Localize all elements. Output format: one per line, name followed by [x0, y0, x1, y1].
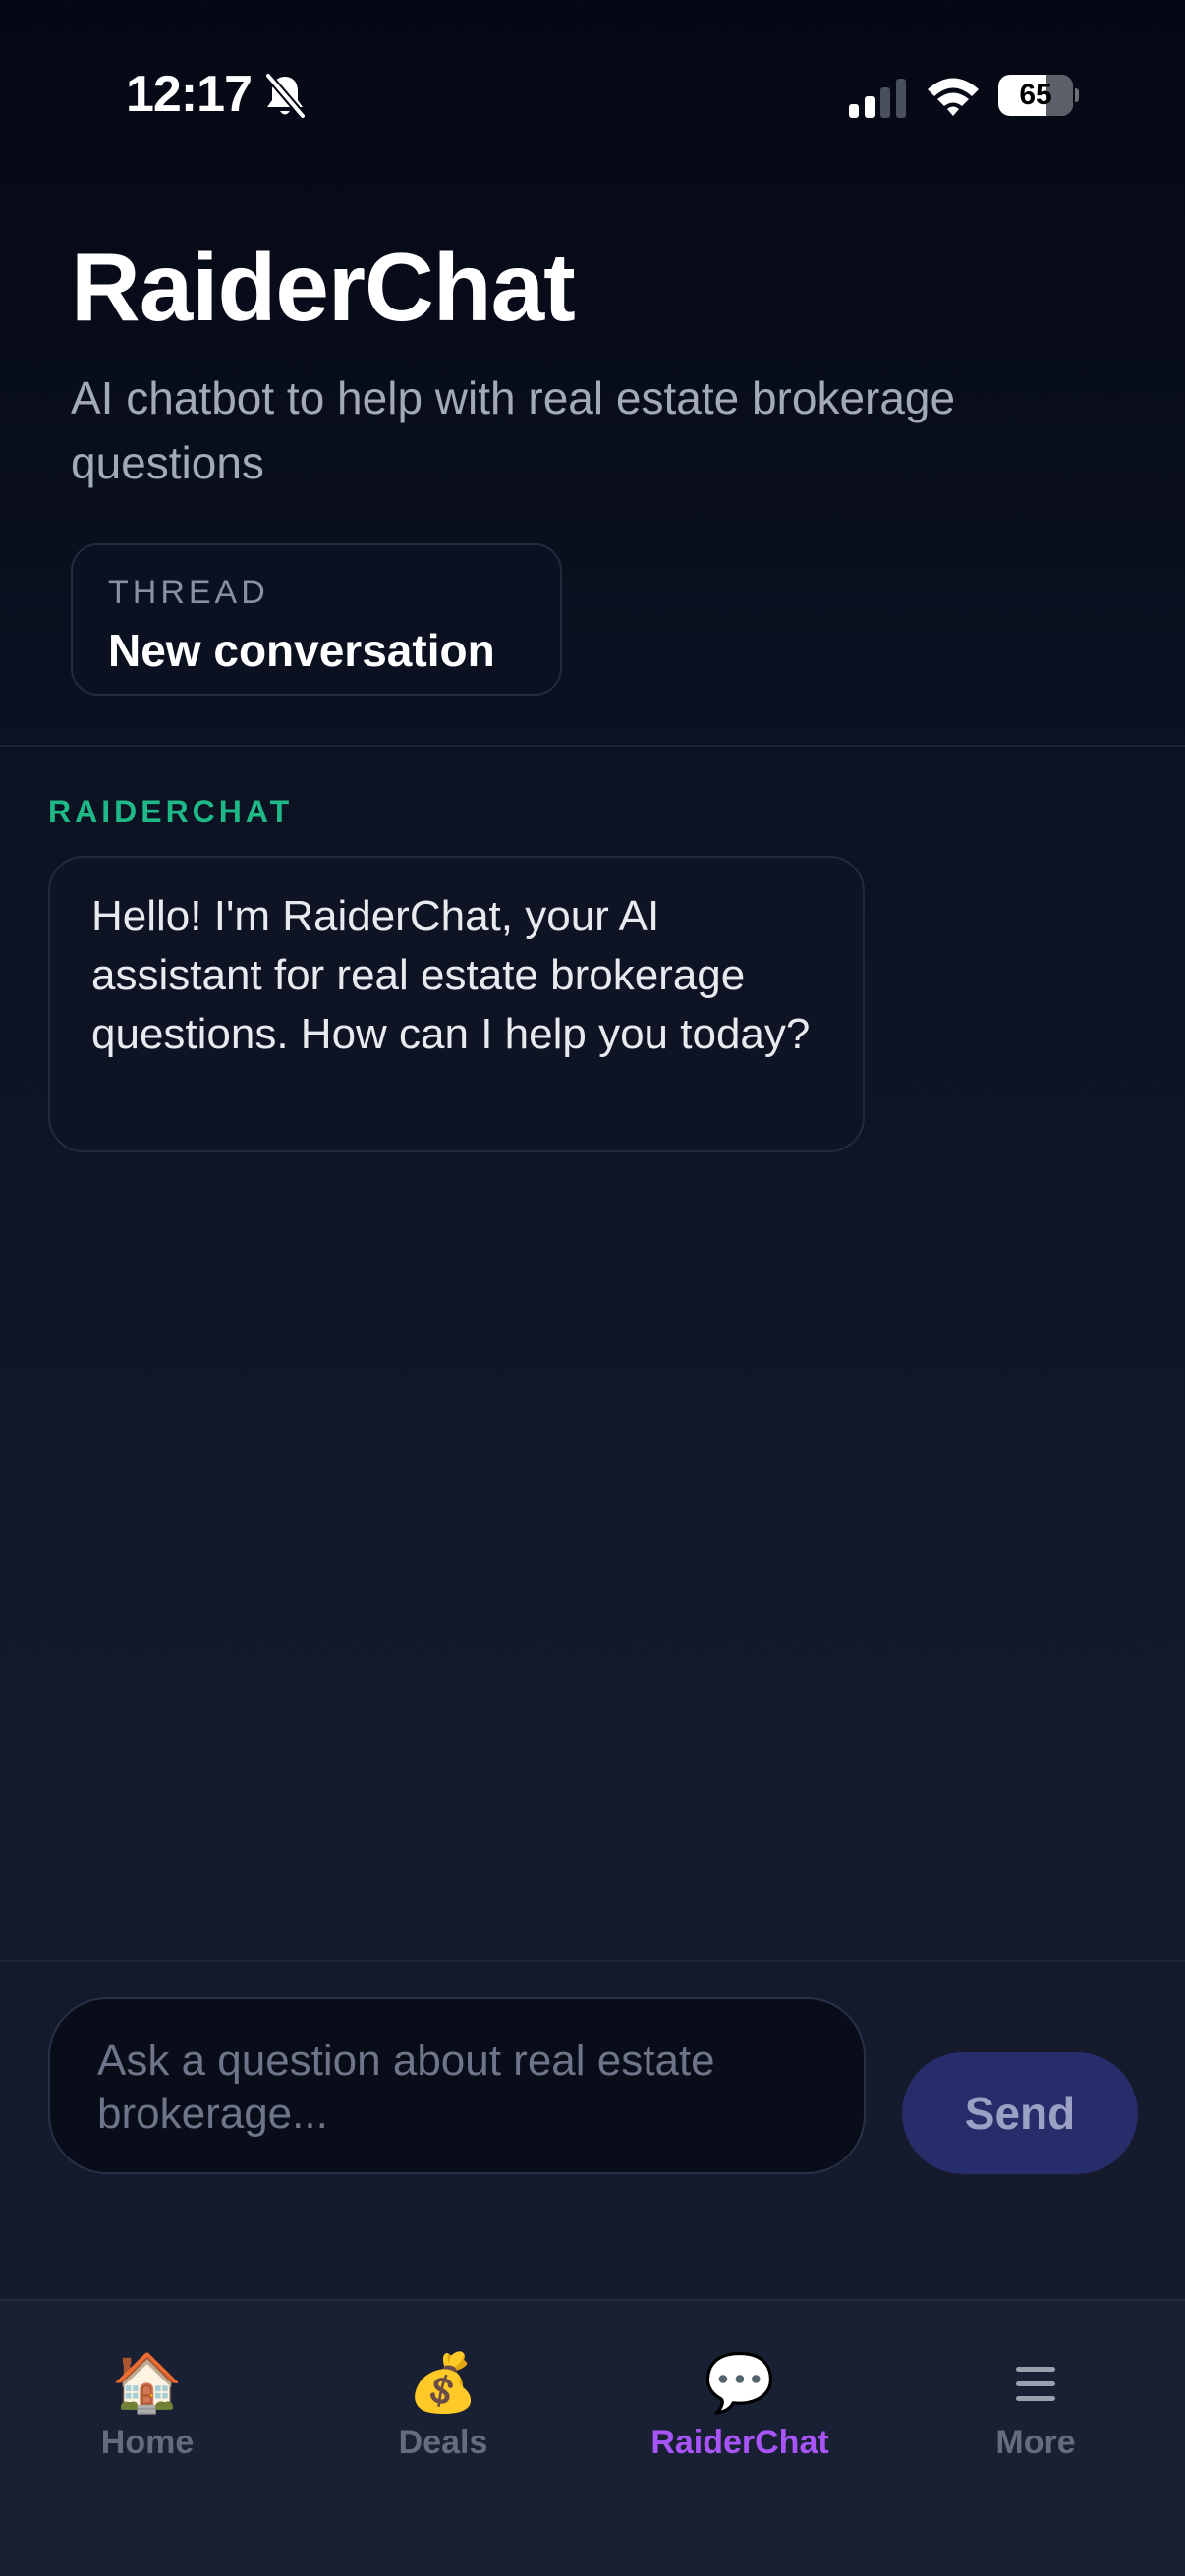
tab-deals-label: Deals — [398, 2424, 488, 2461]
page-title: RaiderChat — [71, 233, 576, 341]
battery-level: 65 — [1019, 79, 1052, 111]
tab-raiderchat-label: RaiderChat — [650, 2424, 829, 2461]
message-sender: RAIDERCHAT — [48, 794, 294, 829]
menu-icon — [888, 2348, 1183, 2419]
thread-label: THREAD — [108, 574, 269, 611]
composer-divider — [0, 1960, 1185, 1962]
status-time: 12:17 — [126, 66, 253, 123]
tab-raiderchat[interactable]: 💬 RaiderChat — [592, 2348, 887, 2466]
tab-bar: 🏠 Home 💰 Deals 💬 RaiderChat More — [0, 2299, 1185, 2576]
bell-slash-icon — [264, 73, 307, 120]
wifi-icon — [928, 78, 979, 116]
money-bag-icon: 💰 — [407, 2351, 480, 2415]
header-divider — [0, 745, 1185, 747]
thread-name: New conversation — [108, 625, 495, 676]
status-bar: 12:17 65 — [0, 0, 1185, 187]
assistant-message-bubble: Hello! I'm RaiderChat, your AI assistant… — [48, 856, 865, 1152]
page-subtitle: AI chatbot to help with real estate brok… — [71, 372, 956, 488]
tab-home[interactable]: 🏠 Home — [0, 2348, 295, 2466]
message-input[interactable]: Ask a question about real estate brokera… — [48, 1997, 866, 2174]
thread-selector[interactable]: THREAD New conversation — [71, 543, 562, 696]
tab-deals[interactable]: 💰 Deals — [296, 2348, 591, 2466]
tab-home-label: Home — [100, 2424, 195, 2461]
tab-more-label: More — [995, 2424, 1076, 2461]
speech-bubble-icon: 💬 — [704, 2351, 776, 2415]
message-text: Hello! I'm RaiderChat, your AI assistant… — [91, 892, 811, 1058]
send-button[interactable]: Send — [902, 2052, 1138, 2174]
cellular-signal-icon — [849, 79, 906, 118]
house-icon: 🏠 — [111, 2351, 184, 2415]
tab-more[interactable]: More — [888, 2348, 1183, 2466]
battery-icon: 65 — [998, 75, 1079, 116]
